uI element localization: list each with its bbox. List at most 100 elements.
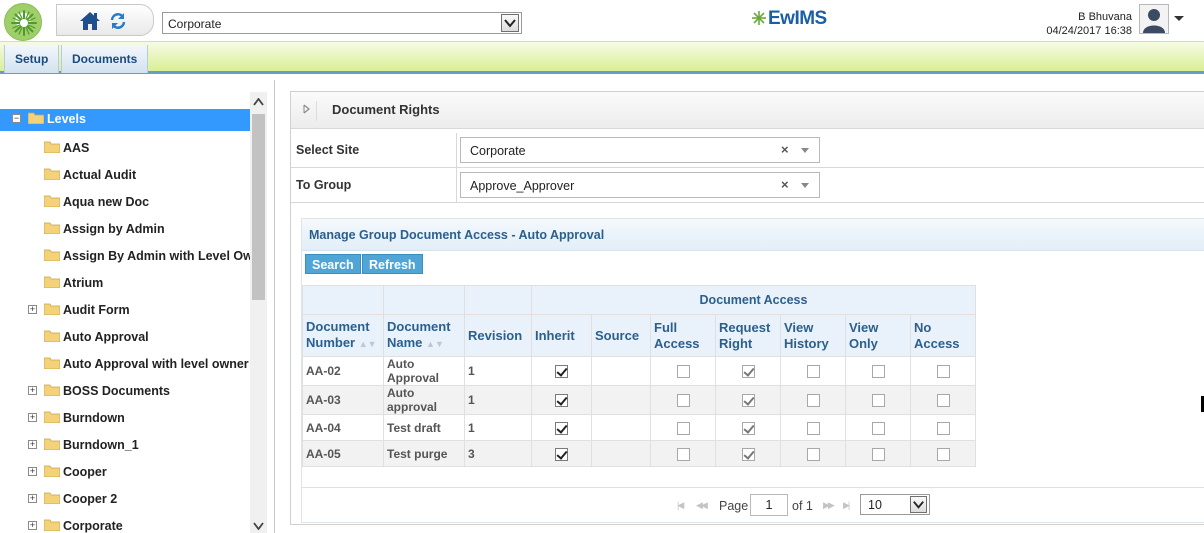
col-view-only[interactable]: View Only — [845, 314, 911, 357]
table-row[interactable]: AA-02 Auto Approval 1 — [302, 356, 976, 386]
request-right-checkbox[interactable] — [741, 394, 755, 408]
col-no-access[interactable]: No Access — [910, 314, 976, 357]
tree-item-auto-approval-level-owner[interactable]: Auto Approval with level owner — [0, 354, 250, 376]
chevron-down-icon[interactable] — [501, 14, 519, 32]
inherit-checkbox[interactable] — [555, 447, 568, 461]
select-site-row: Select Site Corporate × — [291, 133, 1204, 168]
site-select[interactable]: Corporate — [162, 12, 522, 34]
tree-scrollbar[interactable] — [250, 92, 267, 533]
col-request-right[interactable]: Request Right — [715, 314, 781, 357]
prev-page-icon[interactable]: ◀◀ — [696, 500, 708, 511]
home-icon[interactable] — [79, 11, 101, 31]
tree-item-assign-by-admin[interactable]: Assign by Admin — [0, 219, 250, 241]
menu-setup[interactable]: Setup — [4, 45, 60, 73]
expand-icon[interactable]: + — [28, 521, 37, 530]
tree-item-assign-by-admin-level-owner[interactable]: Assign By Admin with Level Owr — [0, 246, 258, 268]
refresh-button[interactable]: Refresh — [362, 254, 423, 274]
col-document-number[interactable]: Document Number ▲▼ — [302, 314, 384, 357]
search-button[interactable]: Search — [305, 254, 361, 274]
app-logo-icon[interactable] — [4, 3, 42, 41]
tree-item-aqua-new-doc[interactable]: Aqua new Doc — [0, 192, 250, 214]
view-only-checkbox[interactable] — [871, 447, 885, 461]
view-only-cell — [845, 385, 911, 415]
no-access-checkbox[interactable] — [936, 447, 950, 461]
view-history-checkbox[interactable] — [806, 421, 820, 435]
folder-icon — [44, 303, 60, 315]
scrollbar-thumb[interactable] — [252, 114, 265, 300]
document-number-cell: AA-04 — [302, 414, 384, 441]
inherit-checkbox[interactable] — [555, 421, 568, 435]
dropdown-arrow-icon[interactable] — [801, 183, 809, 188]
expand-icon[interactable]: + — [28, 305, 37, 314]
to-group-combo[interactable]: Approve_Approver × — [460, 172, 820, 198]
user-menu-caret-icon[interactable] — [1174, 16, 1184, 21]
page-number-input[interactable]: 1 — [750, 494, 788, 516]
view-only-checkbox[interactable] — [871, 365, 885, 379]
page-size-select[interactable]: 10 — [860, 494, 930, 515]
view-only-checkbox[interactable] — [871, 394, 885, 408]
refresh-icon[interactable] — [109, 12, 127, 30]
menu-documents[interactable]: Documents — [61, 45, 149, 73]
table-row[interactable]: AA-05 Test purge 3 — [302, 440, 976, 467]
expand-icon[interactable]: + — [28, 467, 37, 476]
dropdown-arrow-icon[interactable] — [801, 148, 809, 153]
pane-splitter[interactable] — [274, 80, 275, 533]
tree-item-boss-documents[interactable]: + BOSS Documents — [0, 381, 250, 403]
tree-item-cooper[interactable]: + Cooper — [0, 462, 250, 484]
clear-icon[interactable]: × — [781, 177, 789, 192]
user-avatar-icon[interactable] — [1139, 4, 1169, 34]
col-inherit[interactable]: Inherit — [531, 314, 592, 357]
first-page-icon[interactable]: |◀ — [677, 500, 684, 511]
request-right-checkbox[interactable] — [741, 365, 755, 379]
sort-icon[interactable]: ▲▼ — [426, 339, 444, 349]
view-history-checkbox[interactable] — [806, 394, 820, 408]
view-only-checkbox[interactable] — [871, 421, 885, 435]
inherit-checkbox[interactable] — [555, 365, 568, 379]
full-access-checkbox[interactable] — [676, 421, 690, 435]
view-history-checkbox[interactable] — [806, 365, 820, 379]
col-source[interactable]: Source — [591, 314, 651, 357]
tree-item-levels[interactable]: − Levels — [0, 109, 250, 131]
no-access-checkbox[interactable] — [936, 421, 950, 435]
no-access-checkbox[interactable] — [936, 365, 950, 379]
request-right-checkbox[interactable] — [741, 447, 755, 461]
tree-item-cooper-2[interactable]: + Cooper 2 — [0, 489, 250, 511]
revision-cell: 1 — [464, 414, 532, 441]
tree-item-aas[interactable]: AAS — [0, 138, 250, 160]
tree-item-audit-form[interactable]: + Audit Form — [0, 300, 250, 322]
expand-icon[interactable]: + — [28, 386, 37, 395]
tree-item-label: Audit Form — [63, 303, 130, 317]
col-view-history[interactable]: View History — [780, 314, 846, 357]
inherit-checkbox[interactable] — [555, 394, 568, 408]
next-page-icon[interactable]: ▶▶ — [823, 500, 835, 511]
full-access-checkbox[interactable] — [676, 365, 690, 379]
sort-icon[interactable]: ▲▼ — [359, 339, 377, 349]
tree-item-corporate[interactable]: + Corporate — [0, 516, 250, 533]
last-page-icon[interactable]: ▶| — [843, 500, 850, 511]
view-history-checkbox[interactable] — [806, 447, 820, 461]
col-full-access[interactable]: Full Access — [650, 314, 716, 357]
no-access-checkbox[interactable] — [936, 394, 950, 408]
col-revision[interactable]: Revision — [464, 314, 532, 357]
scroll-up-icon[interactable] — [253, 98, 264, 106]
tree-item-atrium[interactable]: Atrium — [0, 273, 250, 295]
tree-item-actual-audit[interactable]: Actual Audit — [0, 165, 250, 187]
full-access-checkbox[interactable] — [676, 447, 690, 461]
select-site-combo[interactable]: Corporate × — [460, 137, 820, 163]
table-row[interactable]: AA-03 Auto approval 1 — [302, 385, 976, 415]
panel-collapse-icon[interactable] — [297, 101, 317, 121]
expand-icon[interactable]: + — [28, 494, 37, 503]
table-row[interactable]: AA-04 Test draft 1 — [302, 414, 976, 441]
col-document-name[interactable]: Document Name ▲▼ — [383, 314, 465, 357]
expand-icon[interactable]: + — [28, 440, 37, 449]
chevron-down-icon[interactable] — [910, 496, 927, 513]
tree-item-auto-approval[interactable]: Auto Approval — [0, 327, 250, 349]
tree-item-burndown[interactable]: + Burndown — [0, 408, 250, 430]
scroll-down-icon[interactable] — [253, 522, 264, 530]
tree-item-burndown-1[interactable]: + Burndown_1 — [0, 435, 250, 457]
collapse-icon[interactable]: − — [12, 114, 21, 123]
request-right-checkbox[interactable] — [741, 421, 755, 435]
clear-icon[interactable]: × — [781, 142, 789, 157]
full-access-checkbox[interactable] — [676, 394, 690, 408]
expand-icon[interactable]: + — [28, 413, 37, 422]
